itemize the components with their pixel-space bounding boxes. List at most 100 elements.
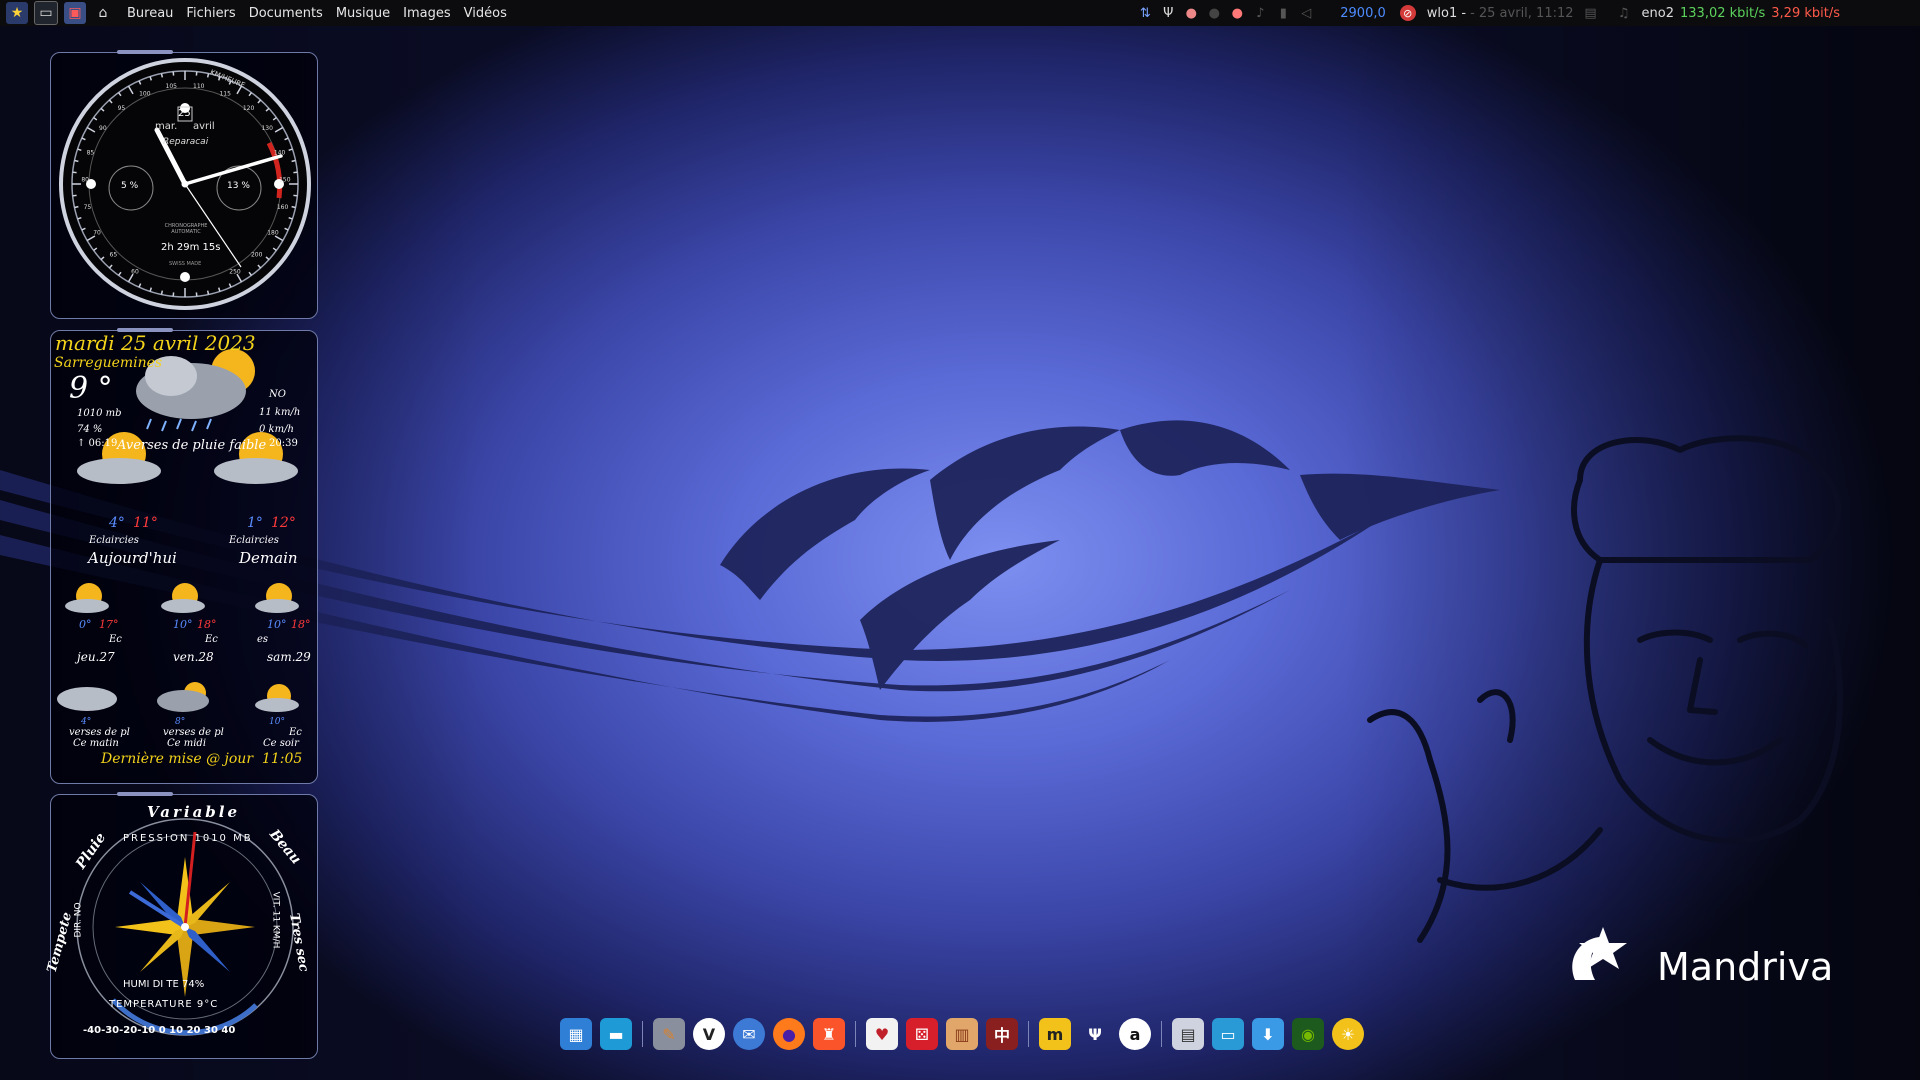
weather-sunset: 20:39 [269, 438, 298, 449]
brave-icon[interactable]: ♜ [813, 1018, 845, 1050]
dock: ▦ ▬ ✎ V ✉ ● ♜ ♥ ⚄ ▥ 中 m Ψ a ▤ ▭ ⬇ ◉ ☀ [556, 1014, 1368, 1054]
firefox-icon[interactable]: ● [773, 1018, 805, 1050]
weather-sunrise: ↑ 06:19 [77, 438, 118, 449]
tachymeter-label: 80 [81, 176, 89, 183]
mediathek-icon[interactable]: m [1039, 1018, 1071, 1050]
day3-max: 18° [291, 618, 311, 631]
weather-wind-dir: NO [269, 389, 286, 400]
period3-label: Ce soir [263, 738, 299, 749]
nvidia-icon[interactable]: ◉ [1292, 1018, 1324, 1050]
home-folder-icon[interactable]: ⌂ [92, 2, 114, 24]
windows-icon[interactable]: ▦ [560, 1018, 592, 1050]
weather-temp: 9 ° [69, 371, 113, 406]
menu-musique[interactable]: Musique [336, 6, 390, 21]
paint-brush-icon[interactable]: ✎ [653, 1018, 685, 1050]
day2-label: ven.28 [173, 650, 214, 664]
people-icon[interactable]: ● [1205, 4, 1223, 22]
tachymeter-label: 90 [99, 125, 107, 132]
tiles-game-icon[interactable]: ▥ [946, 1018, 978, 1050]
clock-day: mar. [155, 121, 178, 132]
day3-desc: es [257, 634, 269, 645]
volume-icon[interactable]: ◁ [1297, 4, 1315, 22]
terminal-icon[interactable]: ▭ [34, 1, 58, 25]
clipboard-icon[interactable]: ▤ [1582, 4, 1600, 22]
clock-left-sub: 5 % [121, 181, 139, 191]
dial-tick [160, 73, 164, 78]
thunderbird-icon[interactable]: ✉ [733, 1018, 765, 1050]
tachymeter-label: 95 [118, 105, 126, 112]
anydesk-icon[interactable]: a [1119, 1018, 1151, 1050]
clock-brand: Reparacai [163, 137, 209, 147]
today-desc: Eclaircies [89, 535, 139, 546]
bell-icon[interactable]: ♫ [1615, 4, 1633, 22]
menu-videos[interactable]: Vidéos [464, 6, 507, 21]
remote-desktop-icon[interactable]: ▭ [1212, 1018, 1244, 1050]
mandriva-logo-text: Mandriva [1657, 945, 1834, 989]
menu-fichiers[interactable]: Fichiers [186, 6, 235, 21]
updates-icon[interactable]: ● [1228, 4, 1246, 22]
tachymeter-label: 130 [261, 125, 273, 132]
baro-pression: PRESSION 1010 MB [123, 833, 253, 844]
display-icon[interactable]: ▬ [600, 1018, 632, 1050]
tachymeter-label: 110 [193, 83, 205, 90]
weather-updated: Dernière mise @ jour 11:05 [101, 751, 303, 767]
wifi-tower-icon[interactable]: Ψ [1159, 4, 1177, 22]
weather-date: mardi 25 avril 2023 [55, 331, 256, 355]
period1-label: Ce matin [73, 738, 119, 749]
vivaldi-icon[interactable]: V [693, 1018, 725, 1050]
cards-game-icon[interactable]: ♥ [866, 1018, 898, 1050]
notification-bell-icon[interactable]: ♪ [1251, 4, 1269, 22]
weather-condition: Averses de pluie faible [117, 438, 267, 453]
dial-tick [206, 290, 210, 295]
period3-desc: Ec [289, 727, 302, 738]
baro-scale: -40-30-20-10 0 10 20 30 40 [83, 1025, 236, 1036]
weather-pressure: 1010 mb [77, 408, 122, 419]
cpu-frequency[interactable]: 2900,0 [1340, 6, 1386, 21]
tachymeter-label: 100 [139, 90, 151, 97]
battery-icon[interactable]: ▮ [1274, 4, 1292, 22]
ethernet-label[interactable]: eno2 [1642, 6, 1674, 21]
blocked-icon[interactable]: ⊘ [1399, 5, 1416, 21]
barometer-widget[interactable]: Variable Pluie Beau Tempete Tres sec PRE… [45, 792, 318, 1059]
tomorrow-desc: Eclaircies [229, 535, 279, 546]
chat-bubbles-icon[interactable]: ● [1182, 4, 1200, 22]
tachymeter-label: 70 [93, 230, 101, 237]
scanner-icon[interactable]: ▤ [1172, 1018, 1204, 1050]
tomorrow-label: Demain [239, 549, 298, 567]
network-transfer-icon[interactable]: ⇅ [1136, 4, 1154, 22]
period2-desc: verses de pl [163, 727, 224, 738]
period2-temp: 8° [175, 717, 186, 727]
day1-max: 17° [99, 618, 119, 631]
dial-tick [74, 159, 79, 163]
tachymeter-label: 65 [110, 252, 118, 259]
baro-humidity: HUMI DI TE 74% [123, 979, 205, 990]
menu-images[interactable]: Images [403, 6, 451, 21]
dock-separator [642, 1021, 643, 1047]
day1-min: 0° [79, 618, 92, 631]
clock-date-number: 25 [178, 108, 191, 119]
menu-documents[interactable]: Documents [249, 6, 323, 21]
download-icon[interactable]: ⬇ [1252, 1018, 1284, 1050]
sun-icon[interactable]: ☀ [1332, 1018, 1364, 1050]
baro-direction: DIR. NO [73, 902, 84, 938]
dice-game-icon[interactable]: ⚄ [906, 1018, 938, 1050]
weather-humidity: 74 % [77, 424, 103, 435]
today-max: 11° [133, 515, 158, 531]
tomorrow-min: 1° [247, 515, 263, 531]
tachymeter-label: 105 [166, 83, 178, 90]
tachymeter-label: 200 [251, 252, 263, 259]
period2-label: Ce midi [167, 738, 207, 749]
system-monitor-icon[interactable]: ▣ [64, 2, 86, 24]
tachymeter-label: 115 [219, 90, 231, 97]
day3-min: 10° [267, 618, 287, 631]
wifi-status[interactable]: wlo1 - [1427, 6, 1466, 21]
weather-widget[interactable]: mardi 25 avril 2023 Sarreguemines 9 ° 10… [50, 328, 318, 784]
menu-bureau[interactable]: Bureau [127, 6, 173, 21]
weather-wind-speed: 11 km/h [259, 407, 301, 418]
mahjong-icon[interactable]: 中 [986, 1018, 1018, 1050]
clock-widget[interactable]: 60 65 70 75 80 85 90 95 100 105 110 115 120 130 140 150… [50, 50, 318, 319]
day3-label: sam.29 [267, 650, 311, 664]
chronograph-dial: 60 65 70 75 80 85 90 95 100 105 110 115 120 130 140 150… [59, 58, 311, 310]
star-menu-icon[interactable]: ★ [6, 2, 28, 24]
radio-tower-icon[interactable]: Ψ [1079, 1018, 1111, 1050]
